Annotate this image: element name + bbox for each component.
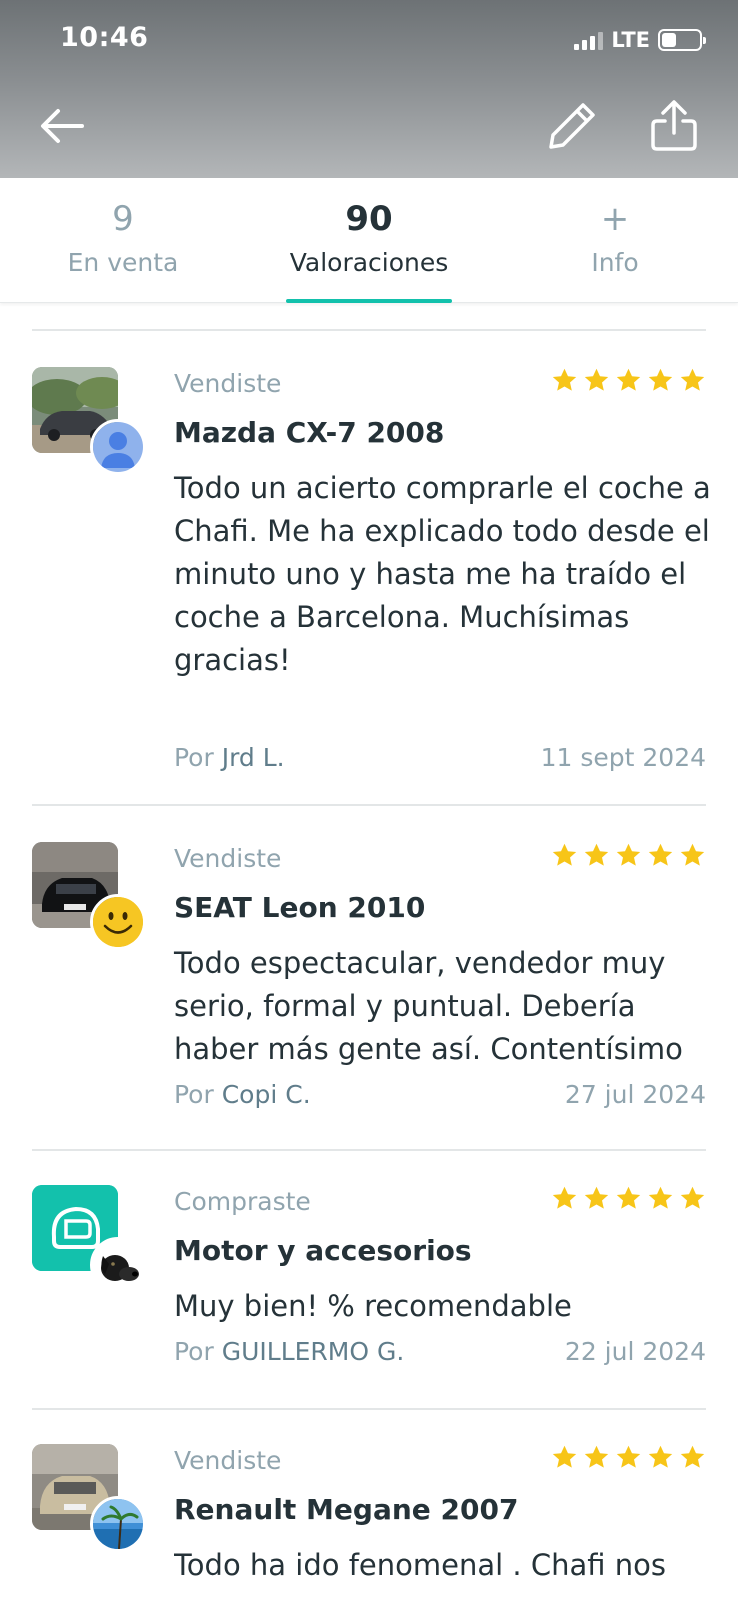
transaction-type: Compraste bbox=[174, 1187, 311, 1216]
smiley-avatar-icon bbox=[93, 897, 143, 947]
by-prefix: Por bbox=[174, 1337, 214, 1366]
tab-label: En venta bbox=[67, 248, 179, 277]
star-icon bbox=[648, 1186, 673, 1209]
by-prefix: Por bbox=[174, 1080, 214, 1109]
star-icon bbox=[616, 1445, 641, 1468]
back-button[interactable] bbox=[32, 96, 92, 156]
star-icon bbox=[648, 1445, 673, 1468]
share-icon bbox=[651, 100, 697, 151]
dog-avatar-icon bbox=[93, 1240, 143, 1290]
by-prefix: Por bbox=[174, 743, 214, 772]
star-icon bbox=[616, 843, 641, 866]
review-date: 22 jul 2024 bbox=[564, 1337, 706, 1366]
share-button[interactable] bbox=[644, 96, 704, 156]
pencil-icon bbox=[549, 103, 595, 149]
review-author-line: Por Copi C. bbox=[174, 1080, 311, 1109]
status-time: 10:46 bbox=[60, 22, 149, 53]
star-rating bbox=[551, 842, 706, 869]
battery-icon bbox=[658, 29, 706, 51]
star-icon bbox=[584, 843, 609, 866]
avatar[interactable] bbox=[90, 1496, 146, 1552]
star-rating bbox=[551, 1444, 706, 1471]
star-icon bbox=[680, 843, 705, 866]
tab-count: 90 bbox=[345, 199, 393, 239]
divider bbox=[32, 329, 706, 331]
item-title: Motor y accesorios bbox=[174, 1234, 472, 1267]
network-type: LTE bbox=[611, 28, 650, 52]
back-arrow-icon bbox=[41, 109, 84, 143]
item-title: SEAT Leon 2010 bbox=[174, 891, 426, 924]
tab-info[interactable]: + Info bbox=[492, 178, 738, 303]
review-footer: Por Jrd L. 11 sept 2024 bbox=[174, 743, 706, 772]
review-author-line: Por GUILLERMO G. bbox=[174, 1337, 404, 1366]
review-text: Todo espectacular, vendedor muy serio, f… bbox=[174, 946, 683, 1066]
item-title: Renault Megane 2007 bbox=[174, 1493, 519, 1526]
star-icon bbox=[680, 368, 705, 391]
star-icon bbox=[552, 368, 577, 391]
item-title: Mazda CX-7 2008 bbox=[174, 416, 445, 449]
star-icon bbox=[616, 1186, 641, 1209]
beach-avatar-icon bbox=[93, 1499, 143, 1549]
star-icon bbox=[552, 1186, 577, 1209]
review-footer: Por Copi C. 27 jul 2024 bbox=[174, 1080, 706, 1109]
star-icon bbox=[648, 843, 673, 866]
star-icon bbox=[584, 368, 609, 391]
tab-label: Valoraciones bbox=[289, 248, 449, 277]
review-text: Todo un acierto comprarle el coche a Cha… bbox=[174, 471, 711, 677]
star-icon bbox=[680, 1445, 705, 1468]
review-author[interactable]: GUILLERMO G. bbox=[222, 1337, 405, 1366]
review-author-line: Por Jrd L. bbox=[174, 743, 285, 772]
tab-valoraciones[interactable]: 90 Valoraciones bbox=[246, 178, 492, 303]
tab-label: Info bbox=[591, 248, 639, 277]
star-rating bbox=[551, 367, 706, 394]
review-footer: Por GUILLERMO G. 22 jul 2024 bbox=[174, 1337, 706, 1366]
avatar[interactable] bbox=[90, 1237, 146, 1293]
divider bbox=[32, 1408, 706, 1410]
tab-en-venta[interactable]: 9 En venta bbox=[0, 178, 246, 303]
star-icon bbox=[680, 1186, 705, 1209]
star-icon bbox=[584, 1445, 609, 1468]
review-date: 11 sept 2024 bbox=[540, 743, 706, 772]
review-date: 27 jul 2024 bbox=[564, 1080, 706, 1109]
signal-icon bbox=[574, 30, 604, 50]
transaction-type: Vendiste bbox=[174, 844, 282, 873]
review-text: Muy bien! % recomendable bbox=[174, 1289, 572, 1323]
star-rating bbox=[551, 1185, 706, 1212]
avatar[interactable] bbox=[90, 894, 146, 950]
transaction-type: Vendiste bbox=[174, 1446, 282, 1475]
transaction-type: Vendiste bbox=[174, 369, 282, 398]
status-indicators: LTE bbox=[574, 28, 706, 52]
tab-plus: + bbox=[600, 199, 630, 239]
edit-button[interactable] bbox=[542, 96, 602, 156]
star-icon bbox=[584, 1186, 609, 1209]
star-icon bbox=[616, 368, 641, 391]
star-icon bbox=[648, 368, 673, 391]
review-author[interactable]: Jrd L. bbox=[222, 743, 285, 772]
profile-tabs: 9 En venta 90 Valoraciones + Info bbox=[0, 178, 738, 303]
divider bbox=[32, 804, 706, 806]
user-placeholder-icon bbox=[93, 422, 143, 472]
star-icon bbox=[552, 843, 577, 866]
review-author[interactable]: Copi C. bbox=[222, 1080, 311, 1109]
profile-header: 10:46 LTE bbox=[0, 0, 738, 178]
divider bbox=[32, 1149, 706, 1151]
review-text: Todo ha ido fenomenal . Chafi nos bbox=[174, 1548, 666, 1582]
tab-count: 9 bbox=[112, 199, 134, 239]
avatar[interactable] bbox=[90, 419, 146, 475]
star-icon bbox=[552, 1445, 577, 1468]
